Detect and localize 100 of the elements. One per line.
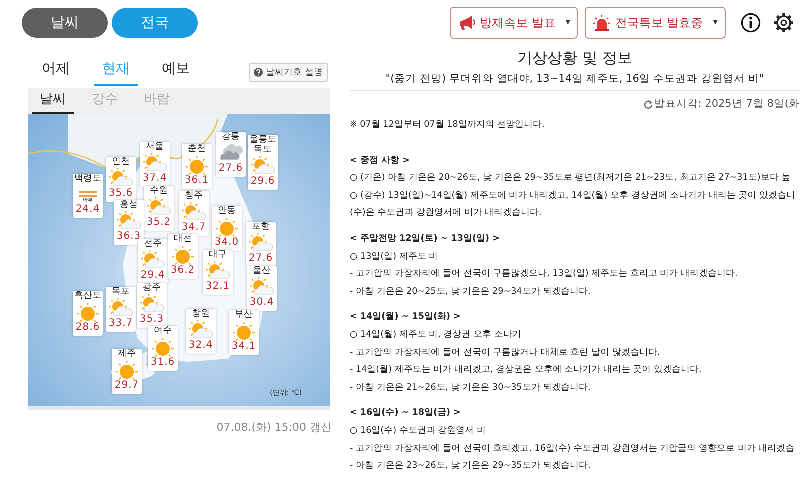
sun-icon (151, 336, 175, 357)
info-button[interactable] (740, 13, 761, 33)
temperature: 32.4 (188, 340, 214, 352)
station-name: 흑산도 (74, 292, 102, 302)
sun-cloud-icon (143, 152, 167, 173)
issued-time: 발표시각: 2025년 7월 8일(화 (644, 97, 800, 111)
station-name: 창원 (192, 310, 210, 320)
sun-cloud-icon (249, 232, 273, 253)
forecast-text: - 아침 기온은 20~25도, 낮 기온은 29~34도가 되겠습니다. (350, 286, 591, 299)
temperature: 35.6 (108, 188, 134, 200)
settings-button[interactable] (774, 13, 794, 33)
station-name: 울산 (253, 267, 271, 277)
sun-cloud-icon (189, 320, 213, 340)
station-name: 청주 (185, 192, 203, 202)
sun-cloud-icon (147, 196, 171, 217)
caret-icon: ▾ (566, 18, 570, 28)
temperature: 33.7 (108, 318, 134, 330)
temperature: 28.6 (76, 322, 100, 334)
forecast-text: ○ 16일(수) 수도권과 강원영서 비 (350, 424, 486, 438)
forecast-text: ○ (기온) 아침 기온은 20~26도, 낮 기온은 29~35도로 평년(최저기온 21~23도, 최고기온 27~31도)보다 높 (350, 172, 791, 186)
sun-icon (76, 302, 100, 322)
sun-cloud-icon (140, 294, 164, 314)
settings-icon (774, 13, 794, 33)
station-name: 광주 (143, 284, 161, 294)
station-name: 대구 (209, 251, 227, 261)
forecast-text: - 14일(월) 제주도는 비가 내리겠고, 경상권은 오후에 소나기가 내리는 곳이 있겠습니다. (350, 364, 702, 378)
forecast-text: - 고기압의 가장자리에 들어 전국이 구름많거나 대체로 흐린 날이 많겠습니다. (350, 346, 660, 360)
station-name: 수원 (150, 187, 168, 197)
temperature: 35.3 (140, 314, 164, 326)
sun-cloud-icon (206, 260, 230, 281)
temperature: 36.2 (170, 264, 196, 277)
section-heading: < 중점 사항 > (350, 154, 410, 168)
temperature: 30.4 (250, 296, 274, 309)
siren-icon (593, 15, 612, 31)
station-name: 안동 (218, 207, 236, 217)
temperature: 29.7 (114, 380, 140, 392)
temperature: 24.4 (76, 204, 100, 216)
sun-icon (115, 360, 139, 380)
info-icon (740, 13, 761, 33)
forecast-text: (수)은 수도권과 강원영서에 비가 내리겠습니다. (350, 207, 542, 220)
station-name: 전주 (144, 240, 162, 250)
station-name: 목포 (112, 288, 130, 298)
sun-cloud-icon (109, 298, 133, 318)
info-title: 기상상황 및 정보 (516, 49, 634, 68)
note-text: ※ 07월 12일부터 07월 18일까지의 전망입니다. (350, 119, 545, 132)
station-name: 울릉도 독도 (250, 136, 276, 156)
legend-button[interactable]: 날씨기호 설명 (249, 62, 328, 82)
station-name: 부산 (235, 311, 253, 321)
temperature: 34.0 (214, 236, 240, 249)
sun-cloud-icon (250, 276, 274, 297)
section-heading: < 14일(월) ~ 15일(화) > (350, 311, 461, 324)
temperature: 27.6 (218, 162, 244, 175)
forecast-text: - 고기압의 가장자리에 들어 전국이 구름많겠으나, 13일(일) 제주도는 흐리고 비가 내리겠습니다. (350, 268, 738, 282)
sun-cloud-icon (141, 250, 165, 270)
station-name: 춘천 (188, 145, 206, 155)
megaphone-icon (458, 15, 476, 31)
alert-label: 전국특보 발효중 (615, 14, 704, 32)
temperature: 34.1 (232, 340, 256, 353)
station-name: 인천 (112, 158, 130, 168)
station-name: 강릉 (222, 133, 240, 143)
sun-cloud-icon (109, 168, 133, 188)
station-name: 여수 (154, 327, 172, 337)
temperature: 36.1 (184, 174, 210, 187)
temperature: 29.4 (140, 270, 166, 282)
forecast-text: - 아침 기온은 21~26도, 낮 기온은 30~35도가 되겠습니다. (350, 382, 591, 395)
forecast-text: - 고기압의 가장자리에 들어 전국이 흐리겠고, 16일(수) 수도권과 강원영서는 기압골의 영향으로 비가 내리겠습 (350, 442, 795, 456)
station-name: 제주 (118, 350, 136, 360)
alert-dropdown[interactable]: 방재속보 발표 ▾ (450, 7, 578, 39)
haze-icon (79, 190, 97, 198)
temperature: 34.7 (182, 222, 206, 234)
refresh-icon (644, 100, 654, 108)
temperature: 32.1 (206, 280, 230, 293)
sun-icon (232, 320, 256, 341)
sun-cloud-icon (182, 202, 206, 222)
temperature: 31.6 (150, 356, 176, 369)
caret-icon: ▾ (713, 18, 718, 28)
station-name: 백령도 (74, 175, 102, 185)
temperature: 37.4 (142, 172, 168, 185)
temperature: 36.3 (116, 230, 142, 243)
section-heading: < 16일(수) ~ 18일(금) > (350, 407, 461, 420)
period-tab[interactable]: 예보 (154, 58, 198, 86)
forecast-text: ○ 13일(일) 제주도 비 (350, 250, 438, 264)
temperature: 35.2 (146, 216, 172, 229)
update-time: 07.08.(화) 15:00 갱신 (216, 420, 332, 435)
station-name: 서울 (146, 143, 164, 153)
forecast-text: ○ (강수) 13일(일)~14일(월) 제주도에 비가 내리겠고, 14일(월) 오후 경상권에 소나기가 내리는 곳이 있겠습니 (350, 190, 796, 203)
alert-dropdown[interactable]: 전국특보 발효중 ▾ (585, 7, 726, 39)
sun-cloud-icon (117, 210, 141, 231)
station-name: 홍성 (120, 201, 138, 211)
forecast-text: - 아침 기온은 23~26도, 낮 기온은 29~35도가 되겠습니다. (350, 460, 591, 474)
station-name: 포항 (252, 223, 270, 233)
toggle-button[interactable]: 날씨 (22, 8, 108, 38)
period-tab[interactable]: 어제 (34, 58, 78, 86)
sun-icon (215, 216, 239, 237)
temperature: 27.6 (248, 252, 274, 265)
sun-icon (171, 244, 195, 265)
station-name: 대전 (174, 235, 192, 245)
alert-label: 방재속보 발표 (480, 14, 556, 32)
sun-cloud-icon (251, 156, 275, 176)
cloud-icon (219, 142, 243, 163)
